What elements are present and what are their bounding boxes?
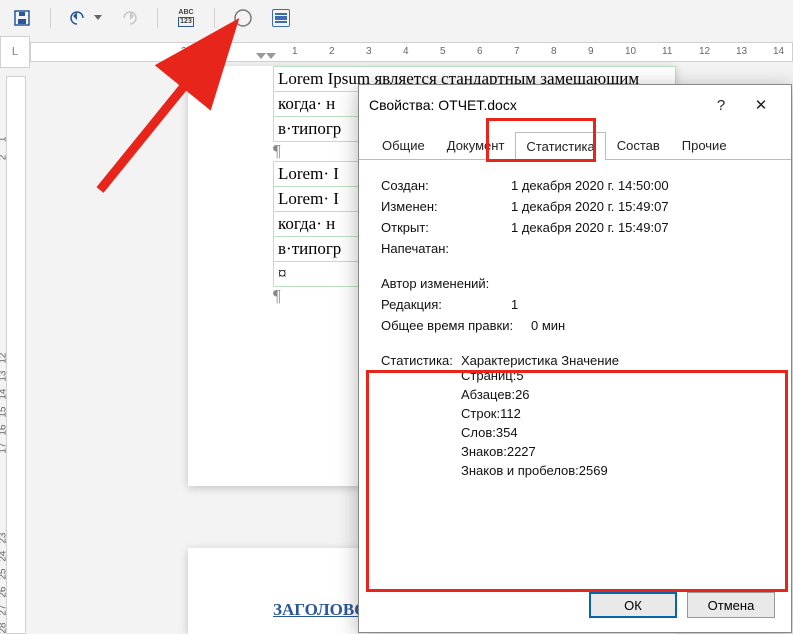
tab-прочие[interactable]: Прочие <box>671 131 738 159</box>
tab-общие[interactable]: Общие <box>371 131 436 159</box>
highlight-stats <box>366 370 788 592</box>
revision-label: Редакция: <box>381 297 511 312</box>
close-button[interactable]: ✕ <box>741 85 781 125</box>
quick-access-toolbar: ABС 123 <box>0 0 793 37</box>
ruler-corner[interactable]: L <box>0 36 30 68</box>
created-value: 1 декабря 2020 г. 14:50:00 <box>511 178 769 193</box>
hruler-tick: 2 <box>329 46 335 57</box>
stats-header-characteristic: Характеристика <box>461 353 558 368</box>
stats-toolbar-button[interactable] <box>269 6 293 30</box>
undo-dropdown[interactable] <box>93 6 103 30</box>
vruler-tick: 2 <box>0 155 9 169</box>
modified-label: Изменен: <box>381 199 511 214</box>
created-label: Создан: <box>381 178 511 193</box>
author-value <box>511 276 769 291</box>
hruler-tick: 2 <box>181 46 187 57</box>
margin-stops <box>188 51 273 67</box>
undo-button[interactable] <box>67 6 91 30</box>
vruler-tick: 26 <box>0 587 9 601</box>
printed-value <box>511 241 769 256</box>
redo-button <box>117 6 141 30</box>
vruler-tick: 16 <box>0 425 9 439</box>
hruler-tick: 12 <box>699 46 710 57</box>
author-label: Автор изменений: <box>381 276 511 291</box>
hruler-tick: 11 <box>662 46 672 57</box>
vruler-tick: 24 <box>0 551 9 565</box>
dialog-title: Свойства: ОТЧЕТ.docx <box>369 97 701 113</box>
ok-button[interactable]: ОК <box>589 592 677 618</box>
help-button[interactable]: ? <box>701 85 741 125</box>
vruler-tick: 15 <box>0 407 9 421</box>
edit-time-label: Общее время правки: <box>381 318 531 333</box>
hruler-tick: 3 <box>366 46 372 57</box>
hruler-tick: 5 <box>440 46 446 57</box>
hruler-tick: 7 <box>514 46 520 57</box>
opened-value: 1 декабря 2020 г. 15:49:07 <box>511 220 769 235</box>
revision-value: 1 <box>511 297 769 312</box>
spell-top-label: ABС <box>178 9 193 17</box>
page2-heading: ЗАГОЛОВО <box>273 600 367 620</box>
stats-header-value: Значение <box>561 353 619 368</box>
vertical-ruler: L 12121314151617232425262728 <box>0 36 30 634</box>
edit-time-value: 0 мин <box>531 318 769 333</box>
printed-label: Напечатан: <box>381 241 511 256</box>
highlight-tab <box>486 118 596 162</box>
hruler-tick: 14 <box>773 46 784 57</box>
vruler-tick: 12 <box>0 353 9 367</box>
horizontal-ruler: 211234567891011121314 <box>30 36 793 66</box>
statistics-label: Статистика: <box>381 353 461 368</box>
vruler-tick: 13 <box>0 371 9 385</box>
circle-icon-button[interactable] <box>231 6 255 30</box>
hruler-tick: 6 <box>477 46 483 57</box>
vruler-tick: 25 <box>0 569 9 583</box>
tab-состав[interactable]: Состав <box>606 131 671 159</box>
spell-bot-label: 123 <box>178 17 194 27</box>
vruler-tick: 23 <box>0 533 9 547</box>
vruler-tick: 28 <box>0 623 9 634</box>
save-button[interactable] <box>10 6 34 30</box>
vruler-tick: 14 <box>0 389 9 403</box>
hruler-tick: 10 <box>625 46 636 57</box>
hruler-tick: 13 <box>736 46 747 57</box>
hruler-tick: 9 <box>588 46 594 57</box>
vruler-tick: 1 <box>0 137 9 151</box>
list-icon <box>272 9 290 27</box>
vruler-tick: 17 <box>0 443 9 457</box>
cancel-button[interactable]: Отмена <box>687 592 775 618</box>
spellcheck-button[interactable]: ABС 123 <box>174 6 198 30</box>
modified-value: 1 декабря 2020 г. 15:49:07 <box>511 199 769 214</box>
dialog-buttons: ОК Отмена <box>589 592 775 618</box>
hruler-tick: 4 <box>403 46 409 57</box>
opened-label: Открыт: <box>381 220 511 235</box>
hruler-tick: 8 <box>551 46 557 57</box>
hruler-tick: 1 <box>292 46 298 57</box>
vruler-tick: 27 <box>0 605 9 619</box>
